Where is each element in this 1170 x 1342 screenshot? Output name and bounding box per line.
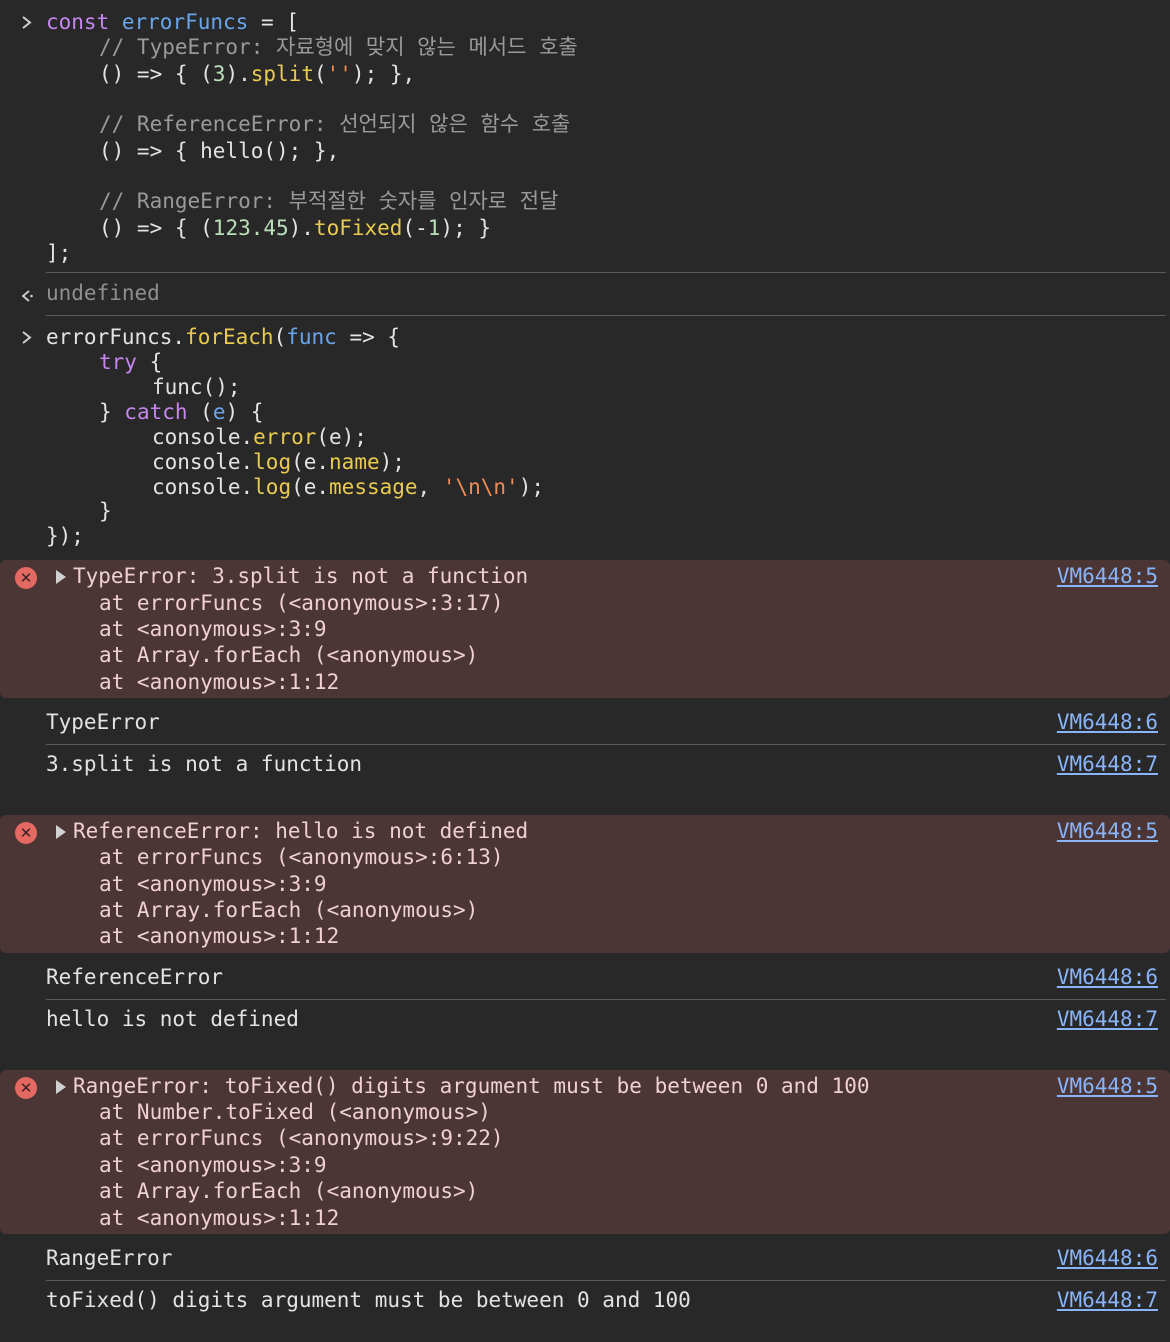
code-line: const errorFuncs = [ bbox=[46, 10, 299, 34]
stack-frame: at Array.forEach (<anonymous>) bbox=[99, 643, 479, 667]
stack-frame: at <anonymous>:3:9 bbox=[99, 1153, 327, 1177]
stack-frame: at <anonymous>:1:12 bbox=[99, 924, 340, 948]
code-comment: // TypeError: 자료형에 맞지 않는 메서드 호출 bbox=[99, 35, 578, 59]
error-message-block[interactable]: ✕ TypeError: 3.split is not a function V… bbox=[0, 560, 1170, 698]
source-link[interactable]: VM6448:5 bbox=[1057, 1074, 1158, 1099]
code-line: ]; bbox=[46, 241, 72, 265]
source-link[interactable]: VM6448:6 bbox=[1057, 965, 1158, 990]
return-arrow-icon bbox=[19, 282, 37, 307]
error-title: RangeError: toFixed() digits argument mu… bbox=[73, 1074, 870, 1098]
source-link[interactable]: VM6448:7 bbox=[1057, 1288, 1158, 1313]
source-link[interactable]: VM6448:6 bbox=[1057, 1246, 1158, 1271]
expand-triangle-icon[interactable] bbox=[56, 825, 66, 839]
expand-triangle-icon[interactable] bbox=[56, 570, 66, 584]
source-link[interactable]: VM6448:7 bbox=[1057, 1007, 1158, 1032]
stack-frame: at <anonymous>:3:9 bbox=[99, 617, 327, 641]
expand-triangle-icon[interactable] bbox=[56, 1080, 66, 1094]
stack-frame: at Number.toFixed (<anonymous>) bbox=[99, 1100, 491, 1124]
code-line: console.log(e.message, '\n\n'); bbox=[152, 475, 544, 499]
divider bbox=[46, 1280, 1166, 1281]
code-line: }); bbox=[46, 524, 84, 548]
log-error-name: TypeError bbox=[46, 710, 160, 734]
source-link[interactable]: VM6448:6 bbox=[1057, 710, 1158, 735]
error-message-block[interactable]: ✕ ReferenceError: hello is not defined V… bbox=[0, 815, 1170, 953]
code-line: console.error(e); bbox=[152, 425, 367, 449]
code-line: } catch (e) { bbox=[99, 400, 264, 424]
chevron-right-icon bbox=[19, 325, 37, 350]
result-value: undefined bbox=[46, 281, 160, 305]
code-line: errorFuncs.forEach(func => { bbox=[46, 325, 401, 349]
source-link[interactable]: VM6448:5 bbox=[1057, 564, 1158, 589]
error-title: TypeError: 3.split is not a function bbox=[73, 564, 529, 588]
source-link[interactable]: VM6448:7 bbox=[1057, 752, 1158, 777]
code-line: () => { (3).split(''); }, bbox=[99, 62, 416, 86]
chevron-right-icon bbox=[19, 10, 37, 35]
code-line: () => { hello(); }, bbox=[99, 139, 340, 163]
code-line: () => { (123.45).toFixed(-1); } bbox=[99, 216, 491, 240]
code-comment: // RangeError: 부적절한 숫자를 인자로 전달 bbox=[99, 189, 559, 213]
log-error-name: RangeError bbox=[46, 1246, 173, 1270]
code-line: console.log(e.name); bbox=[152, 450, 405, 474]
stack-frame: at Array.forEach (<anonymous>) bbox=[99, 898, 479, 922]
divider bbox=[46, 272, 1166, 273]
divider bbox=[46, 999, 1166, 1000]
error-circle-icon: ✕ bbox=[15, 567, 37, 589]
stack-frame: at <anonymous>:1:12 bbox=[99, 1206, 340, 1230]
error-title: ReferenceError: hello is not defined bbox=[73, 819, 529, 843]
divider bbox=[46, 315, 1166, 316]
error-circle-icon: ✕ bbox=[15, 822, 37, 844]
log-error-message: toFixed() digits argument must be betwee… bbox=[46, 1288, 691, 1312]
stack-frame: at errorFuncs (<anonymous>:9:22) bbox=[99, 1126, 504, 1150]
stack-frame: at errorFuncs (<anonymous>:3:17) bbox=[99, 591, 504, 615]
code-line: } bbox=[99, 499, 112, 523]
stack-frame: at <anonymous>:1:12 bbox=[99, 670, 340, 694]
code-comment: // ReferenceError: 선언되지 않은 함수 호출 bbox=[99, 112, 571, 136]
code-line: func(); bbox=[152, 375, 241, 399]
log-error-message: hello is not defined bbox=[46, 1007, 299, 1031]
error-message-block[interactable]: ✕ RangeError: toFixed() digits argument … bbox=[0, 1070, 1170, 1234]
stack-frame: at <anonymous>:3:9 bbox=[99, 872, 327, 896]
stack-frame: at errorFuncs (<anonymous>:6:13) bbox=[99, 845, 504, 869]
code-line: try { bbox=[99, 350, 163, 374]
source-link[interactable]: VM6448:5 bbox=[1057, 819, 1158, 844]
stack-frame: at Array.forEach (<anonymous>) bbox=[99, 1179, 479, 1203]
log-error-name: ReferenceError bbox=[46, 965, 224, 989]
divider bbox=[46, 744, 1166, 745]
error-circle-icon: ✕ bbox=[15, 1077, 37, 1099]
log-error-message: 3.split is not a function bbox=[46, 752, 363, 776]
